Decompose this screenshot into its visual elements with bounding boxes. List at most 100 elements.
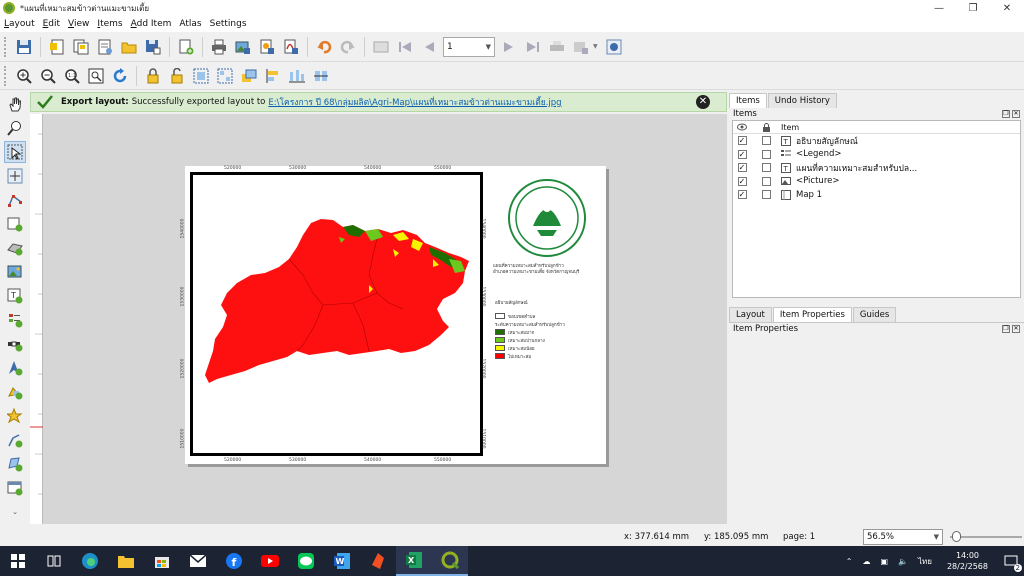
add-shape-tool[interactable]	[4, 381, 26, 403]
layout-manager-button[interactable]	[94, 36, 116, 58]
notification-center-button[interactable]: 2	[998, 546, 1024, 576]
taskbar-file-explorer[interactable]	[108, 546, 144, 576]
last-feature-button[interactable]	[522, 36, 544, 58]
visibility-checkbox[interactable]: ✓	[737, 136, 747, 146]
toolbar-grip[interactable]	[4, 36, 8, 57]
task-view-button[interactable]	[36, 546, 72, 576]
start-button[interactable]	[0, 546, 36, 576]
export-image-button[interactable]	[232, 36, 254, 58]
taskbar-line[interactable]	[288, 546, 324, 576]
tree-row-map[interactable]: ✓ Map 1	[733, 188, 1020, 202]
first-feature-button[interactable]	[394, 36, 416, 58]
float-panel-button[interactable]: ❐	[1002, 324, 1010, 333]
taskbar-excel[interactable]: X	[396, 546, 432, 576]
lock-checkbox[interactable]	[761, 149, 771, 159]
export-path-link[interactable]: E:\โครงการ ปี 68\กลุ่มผลิต\Agri-Map\แผนท…	[268, 95, 561, 109]
tree-row-map-title[interactable]: ✓ T แผนที่ความเหมาะสมสำหรับปล...	[733, 161, 1020, 175]
taskbar-mail[interactable]	[180, 546, 216, 576]
visibility-checkbox[interactable]: ✓	[737, 190, 747, 200]
select-move-item-tool[interactable]	[4, 141, 26, 163]
pan-layout-tool[interactable]	[4, 93, 26, 115]
export-atlas-button[interactable]	[570, 36, 592, 58]
group-items-button[interactable]	[190, 65, 212, 87]
legend-item[interactable]: อธิบายสัญลักษณ์ ขอบเขตตำบล ระดับความเหมา…	[495, 299, 595, 360]
edit-nodes-tool[interactable]	[4, 189, 26, 211]
map-title[interactable]: แผนที่ความเหมาะสมสำหรับปลูกข้าว อำเภอควา…	[493, 264, 603, 276]
tab-undo-history[interactable]: Undo History	[767, 93, 837, 108]
menu-view[interactable]: View	[64, 19, 93, 29]
atlas-page-spinbox[interactable]: 1 ▼	[443, 36, 495, 57]
previous-feature-button[interactable]	[418, 36, 440, 58]
lock-checkbox[interactable]	[761, 163, 771, 173]
zoom-slider-handle[interactable]	[952, 531, 961, 542]
zoom-100-button[interactable]: 1:1	[61, 65, 83, 87]
visibility-checkbox[interactable]: ✓	[737, 149, 747, 159]
new-layout-button[interactable]	[46, 36, 68, 58]
tree-row-legend-title[interactable]: ✓ T อธิบายสัญลักษณ์	[733, 134, 1020, 148]
add-north-arrow-tool[interactable]	[4, 357, 26, 379]
zoom-out-button[interactable]	[37, 65, 59, 87]
close-panel-button[interactable]: ✕	[1012, 324, 1020, 333]
print-button[interactable]	[208, 36, 230, 58]
clock[interactable]: 14:00 28/2/2568	[947, 550, 988, 572]
taskbar-edge[interactable]	[72, 546, 108, 576]
visibility-checkbox[interactable]: ✓	[737, 176, 747, 186]
lock-checkbox[interactable]	[761, 190, 771, 200]
menu-layout[interactable]: Layout	[0, 19, 39, 29]
add-pages-button[interactable]	[175, 36, 197, 58]
add-polygon-tool[interactable]	[4, 453, 26, 475]
raise-items-button[interactable]	[238, 65, 260, 87]
lock-items-button[interactable]	[142, 65, 164, 87]
chevron-up-icon[interactable]: ⌃	[846, 557, 853, 566]
undo-button[interactable]	[313, 36, 335, 58]
close-message-button[interactable]: ✕	[696, 95, 710, 109]
atlas-preview-button[interactable]	[370, 36, 392, 58]
refresh-view-button[interactable]	[109, 65, 131, 87]
add-map-tool[interactable]	[4, 213, 26, 235]
distribute-items-button[interactable]	[286, 65, 308, 87]
move-content-tool[interactable]	[4, 165, 26, 187]
network-icon[interactable]: ▣	[880, 557, 888, 566]
save-layout-button[interactable]	[13, 36, 35, 58]
restore-button[interactable]: ❐	[956, 0, 990, 16]
items-tree[interactable]: Item ✓ T อธิบายสัญลักษณ์ ✓ <Legend> ✓ T แผ…	[732, 120, 1021, 298]
menu-add-item[interactable]: Add Item	[127, 19, 176, 29]
ungroup-items-button[interactable]	[214, 65, 236, 87]
next-feature-button[interactable]	[498, 36, 520, 58]
menu-edit[interactable]: Edit	[39, 19, 64, 29]
cloud-icon[interactable]: ☁	[862, 557, 870, 566]
add-picture-tool[interactable]	[4, 261, 26, 283]
taskbar-store[interactable]	[144, 546, 180, 576]
redo-button[interactable]	[337, 36, 359, 58]
add-html-tool[interactable]	[4, 477, 26, 499]
zoom-tool[interactable]	[4, 117, 26, 139]
close-window-button[interactable]: ✕	[990, 0, 1024, 16]
print-atlas-button[interactable]	[546, 36, 568, 58]
volume-icon[interactable]: 🔈	[898, 557, 908, 566]
layout-canvas[interactable]: 520000 530000 540000 550000 520000 530000 540…	[43, 114, 727, 524]
tab-items[interactable]: Items	[729, 93, 767, 108]
add-label-tool[interactable]: T	[4, 285, 26, 307]
export-pdf-button[interactable]	[280, 36, 302, 58]
add-scalebar-tool[interactable]	[4, 333, 26, 355]
add-3d-map-tool[interactable]	[4, 237, 26, 259]
save-template-button[interactable]	[142, 36, 164, 58]
atlas-settings-button[interactable]	[603, 36, 625, 58]
close-panel-button[interactable]: ✕	[1012, 110, 1020, 118]
visibility-checkbox[interactable]: ✓	[737, 163, 747, 173]
lock-checkbox[interactable]	[761, 136, 771, 146]
chevron-down-icon[interactable]: ▼	[593, 43, 598, 50]
lock-checkbox[interactable]	[761, 176, 771, 186]
zoom-combobox[interactable]: 56.5% ▼	[863, 529, 943, 545]
zoom-full-button[interactable]	[85, 65, 107, 87]
menu-atlas[interactable]: Atlas	[175, 19, 205, 29]
tab-item-properties[interactable]: Item Properties	[772, 307, 852, 322]
taskbar-youtube[interactable]	[252, 546, 288, 576]
float-panel-button[interactable]: ❐	[1002, 110, 1010, 118]
duplicate-layout-button[interactable]	[70, 36, 92, 58]
resize-items-button[interactable]	[310, 65, 332, 87]
map-item[interactable]	[190, 172, 483, 456]
menu-items[interactable]: Items	[93, 19, 126, 29]
tree-row-picture[interactable]: ✓ <Picture>	[733, 175, 1020, 189]
align-items-button[interactable]	[262, 65, 284, 87]
